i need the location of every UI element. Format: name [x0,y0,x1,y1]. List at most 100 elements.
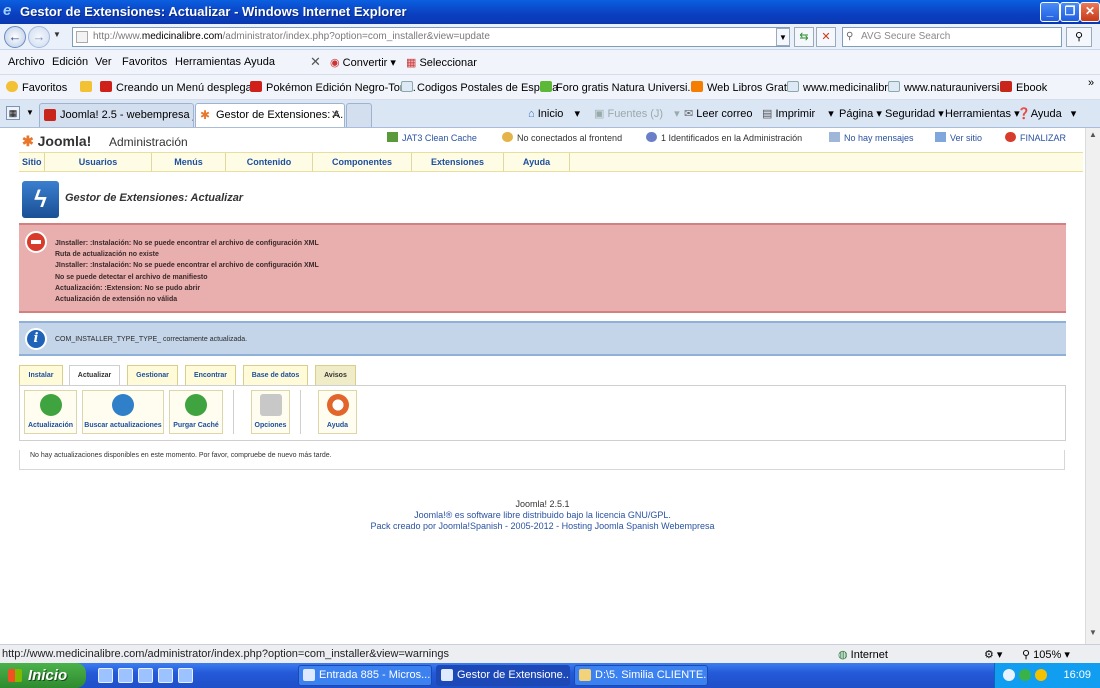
favorite-link-6[interactable]: www.naturauniversia [888,81,1006,94]
refresh-icon [112,394,134,416]
ie-quicklaunch-icon[interactable] [118,668,133,683]
tab-list-dropdown-icon[interactable]: ▼ [26,108,34,117]
search-button[interactable]: ⚲ [1066,27,1092,47]
forum-icon [540,81,552,92]
cmd-inicio[interactable]: ⌂ Inicio ▾ [528,107,580,120]
credits-link[interactable]: Pack creado por Joomla!Spanish - 2005-20… [0,521,1085,532]
scroll-down-arrow-icon[interactable]: ▼ [1086,626,1100,640]
menu-edicion[interactable]: Edición [52,56,88,68]
favorite-link-0[interactable]: Creando un Menú desplega... [100,81,261,94]
jmenu-ayuda[interactable]: Ayuda [504,153,570,171]
subtab-actualizar[interactable]: Actualizar [69,365,120,386]
cmd-leer-correo[interactable]: ✉ Leer correo [684,107,753,120]
jmenu-usuarios[interactable]: Usuarios [45,153,152,171]
subtab-base-de-datos[interactable]: Base de datos [243,365,308,385]
vertical-scrollbar[interactable]: ▲ ▼ [1085,128,1100,644]
help-button[interactable]: Ayuda [318,390,357,434]
menu-ayuda[interactable]: Ayuda [244,56,275,68]
options-button[interactable]: Opciones [251,390,290,434]
menu-archivo[interactable]: Archivo [8,56,45,68]
start-button[interactable]: Inicio [0,663,86,688]
no-updates-message: No hay actualizaciones disponibles en es… [19,450,1065,470]
cmd-pagina[interactable]: Página ▾ [839,107,882,120]
close-button[interactable]: ✕ [1080,2,1100,22]
cmd-imprimir[interactable]: ▤ Imprimir ▾ [762,107,834,120]
antivirus-icon[interactable] [1035,669,1047,681]
favorites-overflow-icon[interactable]: » [1088,77,1094,89]
subtab-gestionar[interactable]: Gestionar [127,365,178,385]
favorites-button[interactable]: Favoritos [6,81,67,94]
cmd-fuentes[interactable]: ▣ Fuentes (J) ▾ [594,107,680,120]
system-tray: 16:09 [994,663,1100,688]
minimize-button[interactable]: _ [1040,2,1060,22]
favorite-link-5[interactable]: www.medicinalibre [787,81,894,94]
error-item: Actualización de extensión no válida [55,296,178,304]
maximize-button[interactable]: ❐ [1060,2,1080,22]
refresh-icon[interactable]: ⇆ [794,27,814,47]
subtab-avisos[interactable]: Avisos [315,365,356,385]
arrow-up-icon [39,394,62,416]
taskbar-task-outlook[interactable]: Entrada 885 - Micros... [298,665,432,686]
tab-gestor-extensiones[interactable]: ✱ Gestor de Extensiones: A... ✕ [195,103,345,127]
favorite-link-7[interactable]: Ebook [1000,81,1047,94]
purge-cache-button[interactable]: Purgar Caché [169,390,223,434]
back-button[interactable]: ← [4,26,26,48]
favorite-link-2[interactable]: Codigos Postales de España [401,81,558,94]
taskbar: Inicio Entrada 885 - Micros... Gestor de… [0,663,1100,688]
convertir-button[interactable]: ◉ Convertir ▾ [330,56,396,69]
cmd-ayuda[interactable]: ❓Ayuda ▾ [1017,107,1076,120]
star-icon [6,81,18,92]
show-desktop-icon[interactable] [98,668,113,683]
jmenu-componentes[interactable]: Componentes [313,153,412,171]
clock[interactable]: 16:09 [1063,669,1091,681]
search-input[interactable]: ⚲ AVG Secure Search [842,27,1062,47]
scroll-up-arrow-icon[interactable]: ▲ [1086,128,1100,142]
network-icon[interactable] [1019,669,1031,681]
jat3-clean-cache-link[interactable]: JAT3 Clean Cache [387,132,477,143]
url-dropdown-icon[interactable]: ▼ [776,28,790,46]
logout-link[interactable]: FINALIZAR [1005,132,1066,143]
subtab-encontrar[interactable]: Encontrar [185,365,236,385]
subtab-instalar[interactable]: Instalar [19,365,63,385]
youtube-icon [250,81,262,92]
jmenu-menus[interactable]: Menús [152,153,226,171]
menu-herramientas[interactable]: Herramientas [175,56,241,68]
jmenu-sitio[interactable]: Sitio [19,153,45,171]
license-link[interactable]: Joomla!® es software libre distribuido b… [0,510,1085,521]
jmenu-extensiones[interactable]: Extensiones [412,153,504,171]
taskbar-task-folder[interactable]: D:\5. Similia CLIENTE... [574,665,708,686]
messages-link[interactable]: No hay mensajes [829,132,914,143]
taskbar-task-ie[interactable]: Gestor de Extensione... [436,665,570,686]
history-dropdown-icon[interactable]: ▼ [53,30,61,39]
word-quicklaunch-icon[interactable] [138,668,153,683]
close-toolbar-icon[interactable]: ✕ [310,54,321,70]
zoom-icon: ⚲ [1022,649,1031,661]
quick-tabs-icon[interactable]: ▦ [6,106,20,120]
tray-expand-icon[interactable] [1003,669,1015,681]
protected-mode-icon[interactable]: ⚙ ▾ [984,648,1002,661]
favorite-link-3[interactable]: Foro gratis Natura Universi... [540,81,697,94]
menu-ver[interactable]: Ver [95,56,112,68]
favorite-link-4[interactable]: Web Libros Gratis [691,81,795,94]
find-updates-button[interactable]: Buscar actualizaciones [82,390,164,434]
seleccionar-button[interactable]: ▦ Seleccionar [406,56,477,69]
zoom-level[interactable]: ⚲ 105% ▾ [1022,648,1070,661]
favorite-link-1[interactable]: Pokémon Edición Negro-Torr... [250,81,416,94]
cmd-seguridad[interactable]: Seguridad ▾ [885,107,944,120]
outlook-icon [303,669,315,681]
close-tab-icon[interactable]: ✕ [331,104,340,126]
tab-joomla-webempresa[interactable]: Joomla! 2.5 - webempresa jo... [39,103,194,127]
jmenu-contenido[interactable]: Contenido [226,153,313,171]
new-tab-button[interactable] [346,103,372,127]
add-favorite-icon[interactable] [80,81,96,94]
view-site-link[interactable]: Ver sitio [935,132,982,143]
options-icon [259,394,282,416]
update-button[interactable]: Actualización [24,390,77,434]
stop-icon[interactable]: ✕ [816,27,836,47]
url-field[interactable]: http://www.medicinalibre.com/administrat… [72,27,790,47]
ie-quicklaunch-icon[interactable] [158,668,173,683]
cmd-herramientas[interactable]: Herramientas ▾ [945,107,1020,120]
messenger-quicklaunch-icon[interactable] [178,668,193,683]
forward-button[interactable]: → [28,26,50,48]
menu-favoritos[interactable]: Favoritos [122,56,167,68]
